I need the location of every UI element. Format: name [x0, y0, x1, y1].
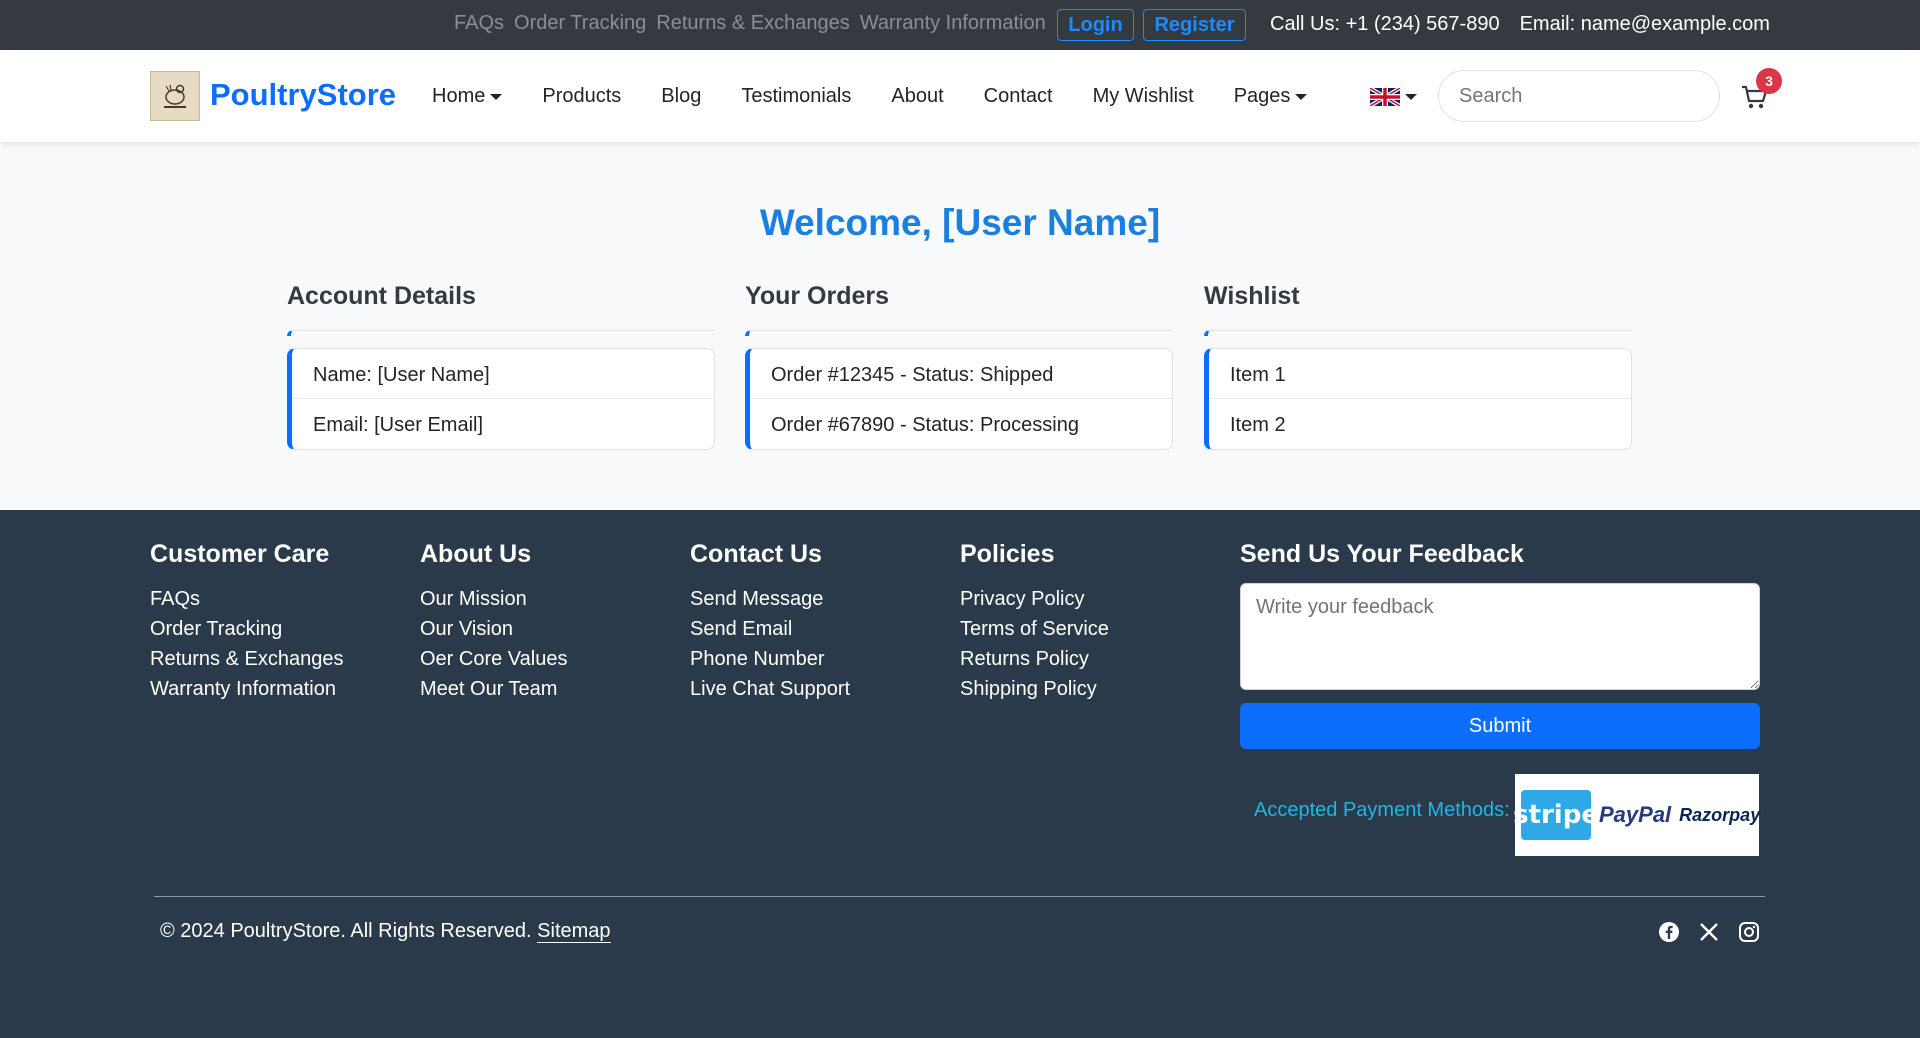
- nav-my-wishlist[interactable]: My Wishlist: [1093, 85, 1194, 108]
- navbar: PoultryStore Home Products Blog Testimon…: [0, 50, 1920, 142]
- footer-heading: About Us: [420, 540, 532, 568]
- top-link-faqs[interactable]: FAQs: [454, 12, 504, 35]
- top-link-order-tracking[interactable]: Order Tracking: [514, 12, 646, 35]
- footer-link[interactable]: Meet Our Team: [420, 674, 567, 704]
- feedback-heading: Send Us Your Feedback: [1240, 540, 1524, 568]
- razorpay-logo: Razorpay: [1679, 804, 1761, 825]
- feedback-form: Send Us Your Feedback Submit: [1240, 540, 1760, 749]
- list-item[interactable]: Item 1: [1209, 349, 1631, 399]
- footer-link[interactable]: Privacy Policy: [960, 584, 1109, 614]
- phone-text: Call Us: +1 (234) 567-890: [1270, 13, 1500, 35]
- feedback-textarea[interactable]: [1240, 583, 1760, 690]
- chevron-down-icon: [490, 93, 503, 100]
- submit-button[interactable]: Submit: [1240, 703, 1760, 749]
- section-divider: [287, 330, 715, 336]
- logo-icon[interactable]: [150, 71, 200, 121]
- nav-testimonials[interactable]: Testimonials: [741, 85, 851, 108]
- uk-flag-icon: [1370, 88, 1400, 106]
- wishlist-section: Wishlist Item 1 Item 2: [1204, 282, 1632, 450]
- footer-link[interactable]: Terms of Service: [960, 614, 1109, 644]
- top-links: FAQs Order Tracking Returns & Exchanges …: [454, 12, 1046, 35]
- sitemap-link[interactable]: Sitemap: [537, 920, 611, 943]
- nav-blog[interactable]: Blog: [661, 85, 701, 108]
- list-item[interactable]: Order #12345 - Status: Shipped: [750, 349, 1172, 399]
- footer: Customer Care FAQs Order Tracking Return…: [0, 510, 1920, 1038]
- list-item: Email: [User Email]: [313, 414, 484, 436]
- copyright-text: © 2024 PoultryStore. All Rights Reserved…: [160, 920, 532, 942]
- x-icon[interactable]: [1698, 921, 1720, 943]
- nav-pages-label: Pages: [1233, 85, 1291, 107]
- footer-link[interactable]: Order Tracking: [150, 614, 343, 644]
- footer-link[interactable]: Live Chat Support: [690, 674, 850, 704]
- footer-link[interactable]: Send Message: [690, 584, 850, 614]
- nav-home-label: Home: [432, 85, 486, 107]
- list-item: Name: [User Name]: [292, 349, 714, 399]
- nav-home[interactable]: Home: [432, 85, 503, 108]
- top-link-returns[interactable]: Returns & Exchanges: [656, 12, 849, 35]
- wishlist-card: Item 1 Item 2: [1204, 348, 1632, 450]
- your-orders-section: Your Orders Order #12345 - Status: Shipp…: [745, 282, 1173, 450]
- main-nav: Home Products Blog Testimonials About Co…: [432, 85, 1347, 108]
- copyright: © 2024 PoultryStore. All Rights Reserved…: [160, 920, 611, 943]
- orders-card: Order #12345 - Status: Shipped Order #67…: [745, 348, 1173, 450]
- footer-customer-care: Customer Care FAQs Order Tracking Return…: [150, 540, 343, 704]
- payment-methods-label: Accepted Payment Methods:: [1254, 799, 1510, 821]
- nav-pages[interactable]: Pages: [1234, 85, 1308, 108]
- footer-link[interactable]: Our Mission: [420, 584, 567, 614]
- account-details-section: Account Details Name: [User Name] Email:…: [287, 282, 715, 450]
- cart-count-badge: 3: [1756, 68, 1782, 94]
- account-details-card: Name: [User Name] Email: [User Email]: [287, 348, 715, 450]
- footer-link[interactable]: Oer Core Values: [420, 644, 567, 674]
- section-divider: [745, 330, 1173, 336]
- paypal-logo: PayPal: [1599, 802, 1672, 827]
- footer-divider: [154, 896, 1765, 897]
- contact-info: Call Us: +1 (234) 567-890 Email: name@ex…: [1270, 13, 1770, 36]
- payment-logos: stripe PayPal Razorpay: [1513, 774, 1761, 856]
- login-button[interactable]: Login: [1057, 9, 1134, 41]
- footer-link[interactable]: Returns & Exchanges: [150, 644, 343, 674]
- footer-link[interactable]: Send Email: [690, 614, 850, 644]
- footer-policies: Policies Privacy Policy Terms of Service…: [960, 540, 1109, 704]
- language-selector[interactable]: [1370, 88, 1417, 106]
- footer-link[interactable]: Our Vision: [420, 614, 567, 644]
- footer-heading: Contact Us: [690, 540, 822, 568]
- footer-contact-us: Contact Us Send Message Send Email Phone…: [690, 540, 850, 704]
- section-divider: [1204, 330, 1632, 336]
- search-input[interactable]: [1438, 70, 1720, 122]
- top-bar: FAQs Order Tracking Returns & Exchanges …: [0, 0, 1920, 50]
- footer-about-us: About Us Our Mission Our Vision Oer Core…: [420, 540, 567, 704]
- list-item[interactable]: Order #67890 - Status: Processing: [750, 399, 1172, 449]
- section-title: Wishlist: [1204, 282, 1300, 310]
- section-title: Account Details: [287, 282, 476, 310]
- list-item[interactable]: Item 2: [1209, 399, 1631, 449]
- footer-heading: Customer Care: [150, 540, 330, 568]
- footer-link[interactable]: Returns Policy: [960, 644, 1109, 674]
- instagram-icon[interactable]: [1738, 921, 1760, 943]
- footer-link[interactable]: FAQs: [150, 584, 343, 614]
- footer-link[interactable]: Phone Number: [690, 644, 850, 674]
- brand-name[interactable]: PoultryStore: [210, 77, 396, 113]
- footer-link[interactable]: Warranty Information: [150, 674, 343, 704]
- social-links: [1658, 921, 1760, 943]
- welcome-heading: Welcome, [User Name]: [759, 202, 1161, 243]
- email-text: Email: name@example.com: [1519, 13, 1770, 35]
- chevron-down-icon: [1295, 93, 1308, 100]
- footer-heading: Policies: [960, 540, 1055, 568]
- nav-products[interactable]: Products: [542, 85, 621, 108]
- chevron-down-icon: [1405, 94, 1417, 100]
- facebook-icon[interactable]: [1658, 921, 1680, 943]
- footer-link[interactable]: Shipping Policy: [960, 674, 1109, 704]
- stripe-logo: stripe: [1513, 790, 1599, 840]
- register-button[interactable]: Register: [1143, 9, 1246, 41]
- section-title: Your Orders: [745, 282, 890, 310]
- nav-contact[interactable]: Contact: [984, 85, 1053, 108]
- nav-about[interactable]: About: [891, 85, 943, 108]
- top-link-warranty[interactable]: Warranty Information: [860, 12, 1046, 35]
